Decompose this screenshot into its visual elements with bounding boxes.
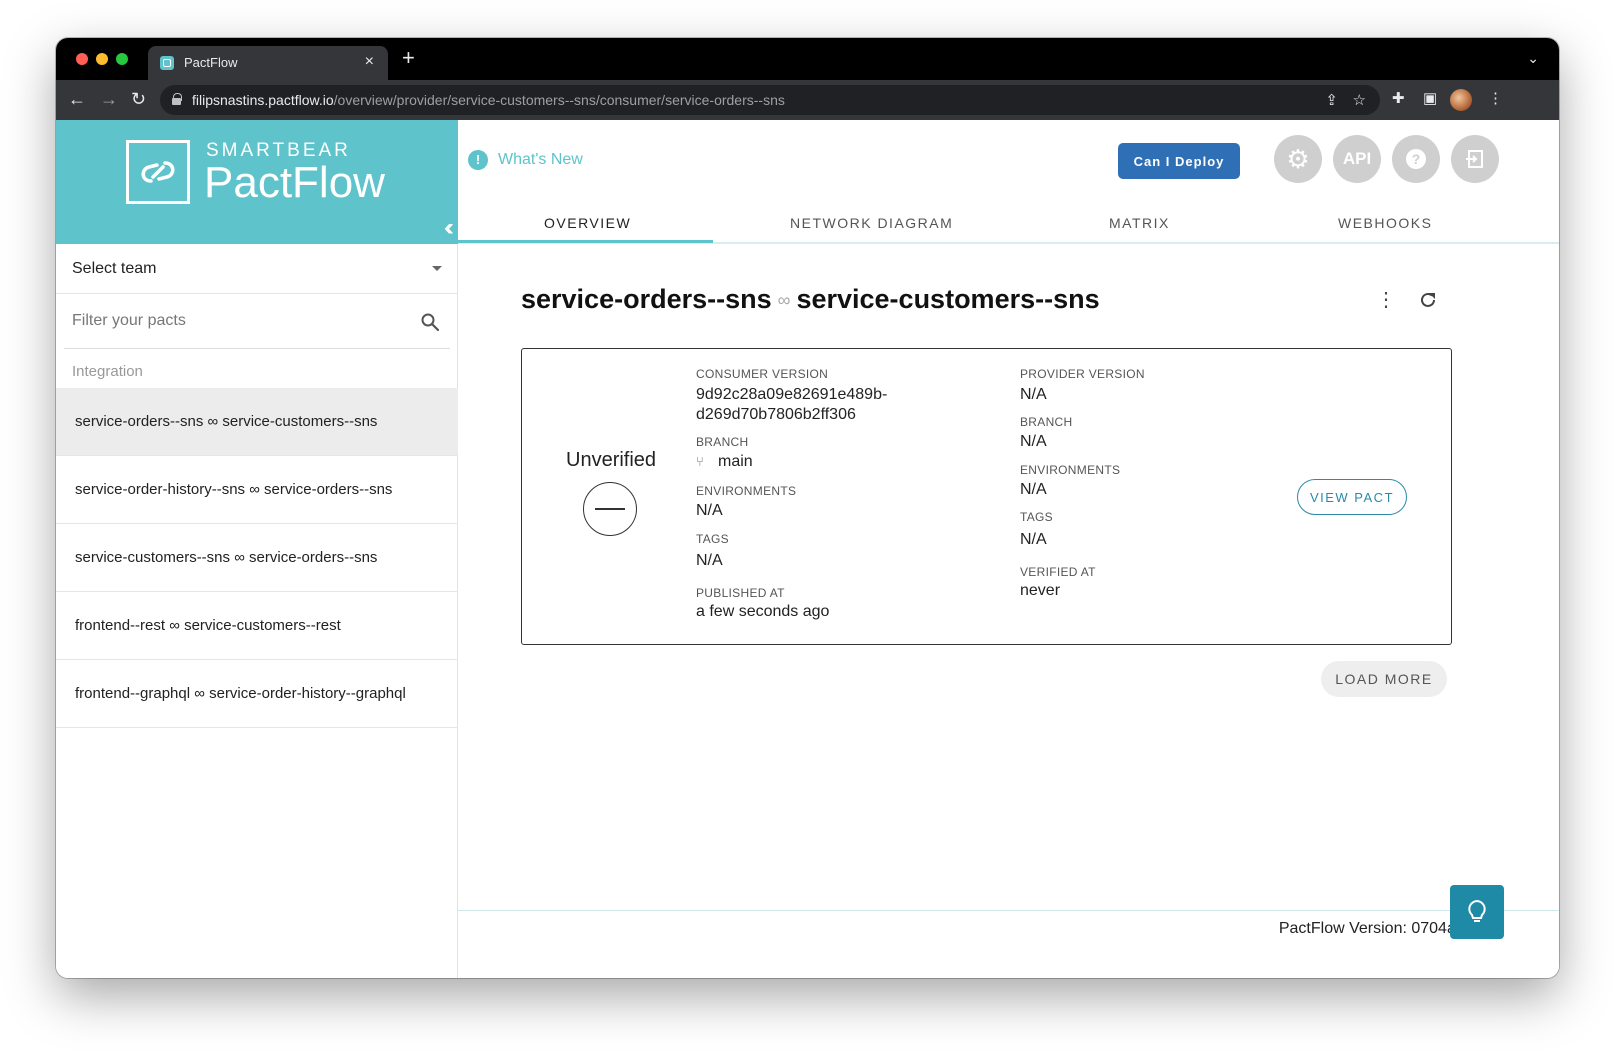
consumer-tags-label: TAGS: [696, 532, 729, 546]
pact-list: service-orders--sns ∞ service-customers-…: [56, 388, 458, 728]
browser-tab[interactable]: PactFlow ×: [148, 46, 388, 80]
pact-list-item[interactable]: frontend--graphql ∞ service-order-histor…: [56, 660, 458, 728]
verified-at-label: VERIFIED AT: [1020, 565, 1096, 579]
view-pact-button[interactable]: VIEW PACT: [1297, 479, 1407, 515]
infinity-link-icon: ∞: [777, 290, 791, 311]
consumer-tags-value: N/A: [696, 552, 723, 569]
verified-at-value: never: [1020, 582, 1061, 599]
lock-icon[interactable]: [172, 93, 182, 105]
more-options-icon[interactable]: ⋮: [1376, 290, 1396, 310]
page-title: service-orders--sns ∞ service-customers--s…: [521, 284, 1100, 315]
lightbulb-help-button[interactable]: [1450, 885, 1504, 939]
footer-divider: [458, 910, 1559, 911]
chevron-double-left-icon[interactable]: ‹‹: [444, 216, 454, 240]
load-more-button[interactable]: LOAD MORE: [1321, 661, 1447, 697]
share-icon[interactable]: ⇪: [1325, 91, 1338, 109]
provider-version-label: PROVIDER VERSION: [1020, 367, 1145, 381]
filter-field: [64, 294, 450, 349]
browser-menu-icon[interactable]: ⋮: [1488, 89, 1503, 107]
close-tab-icon[interactable]: ×: [365, 53, 374, 71]
reload-icon[interactable]: ↻: [131, 89, 146, 109]
pact-list-item[interactable]: service-customers--sns ∞ service-orders-…: [56, 524, 458, 592]
provider-tags-label: TAGS: [1020, 510, 1053, 524]
back-arrow-icon[interactable]: ←: [68, 89, 86, 109]
brand-product: PactFlow: [204, 158, 385, 207]
logout-icon[interactable]: [1451, 135, 1499, 183]
git-branch-icon: ⑂: [696, 454, 704, 469]
api-button[interactable]: API: [1333, 135, 1381, 183]
consumer-version-value-line1: 9d92c28a09e82691e489b-: [696, 386, 888, 403]
lightbulb-icon: [1468, 899, 1486, 922]
unverified-status-icon: [583, 482, 637, 536]
filter-pacts-input[interactable]: [72, 308, 402, 334]
maximize-window-button[interactable]: [116, 53, 128, 65]
browser-tab-bar: PactFlow × + ⌄: [56, 38, 1559, 80]
provider-environments-value: N/A: [1020, 481, 1047, 498]
provider-name: service-customers--sns: [796, 284, 1100, 314]
consumer-branch: ⑂ main: [696, 452, 753, 472]
side-panel-icon[interactable]: ▣: [1423, 89, 1437, 107]
sidebar: SMARTBEAR PactFlow ‹‹ Select team Integr…: [56, 120, 458, 978]
address-bar[interactable]: filipsnastins.pactflow.io/overview/provi…: [160, 85, 1380, 115]
settings-gear-icon[interactable]: ⚙: [1274, 135, 1322, 183]
consumer-environments-label: ENVIRONMENTS: [696, 484, 797, 498]
tab-matrix[interactable]: MATRIX: [1109, 215, 1170, 231]
extensions-puzzle-icon[interactable]: ✚: [1392, 89, 1405, 107]
consumer-name: service-orders--sns: [521, 284, 772, 314]
provider-tags-value: N/A: [1020, 531, 1047, 548]
published-at-value: a few seconds ago: [696, 603, 830, 620]
minimize-window-button[interactable]: [96, 53, 108, 65]
pact-list-item[interactable]: frontend--rest ∞ service-customers--rest: [56, 592, 458, 660]
whats-new-link[interactable]: What's New: [498, 151, 583, 169]
dropdown-caret-icon: [432, 266, 442, 271]
browser-tab-title: PactFlow: [184, 55, 238, 70]
brand-header: SMARTBEAR PactFlow ‹‹: [56, 120, 458, 244]
pact-list-item[interactable]: service-order-history--sns ∞ service-ord…: [56, 456, 458, 524]
url-text[interactable]: filipsnastins.pactflow.io/overview/provi…: [192, 92, 785, 108]
published-at-label: PUBLISHED AT: [696, 586, 785, 600]
help-icon[interactable]: ?: [1392, 135, 1440, 183]
forward-arrow-icon[interactable]: →: [100, 89, 118, 109]
consumer-version-value-line2: d269d70b7806b2ff306: [696, 406, 856, 423]
team-select[interactable]: Select team: [56, 244, 458, 294]
profile-avatar[interactable]: [1450, 89, 1472, 111]
provider-branch-label: BRANCH: [1020, 415, 1073, 429]
svg-text:?: ?: [1412, 151, 1421, 167]
provider-version-value: N/A: [1020, 386, 1047, 403]
consumer-version-label: CONSUMER VERSION: [696, 367, 829, 381]
can-i-deploy-button[interactable]: Can I Deploy: [1118, 143, 1240, 179]
pactflow-logo-icon[interactable]: [126, 140, 190, 204]
browser-toolbar: ← → ↻ filipsnastins.pactflow.io/overview…: [56, 80, 1559, 120]
search-icon[interactable]: [420, 312, 440, 332]
consumer-branch-value: main: [718, 453, 753, 470]
consumer-branch-label: BRANCH: [696, 435, 749, 449]
url-path: /overview/provider/service-customers--sn…: [333, 92, 785, 108]
tab-search-chevron-icon[interactable]: ⌄: [1527, 50, 1539, 67]
team-select-label: Select team: [72, 260, 157, 277]
active-tab-indicator: [458, 240, 713, 243]
tab-network-diagram[interactable]: NETWORK DIAGRAM: [790, 215, 953, 231]
top-bar: ! What's New Can I Deploy ⚙ API ?: [458, 120, 1559, 202]
integration-section-label: Integration: [72, 363, 143, 380]
refresh-icon[interactable]: [1418, 290, 1438, 310]
provider-environments-label: ENVIRONMENTS: [1020, 463, 1121, 477]
new-tab-button[interactable]: +: [402, 46, 415, 70]
main-content: ! What's New Can I Deploy ⚙ API ? OVERVI…: [458, 120, 1559, 978]
tab-webhooks[interactable]: WEBHOOKS: [1338, 215, 1432, 231]
provider-branch-value: N/A: [1020, 433, 1047, 450]
pactflow-app: SMARTBEAR PactFlow ‹‹ Select team Integr…: [56, 120, 1559, 978]
verification-status: Unverified: [566, 449, 657, 471]
consumer-environments-value: N/A: [696, 502, 723, 519]
close-window-button[interactable]: [76, 53, 88, 65]
pactflow-favicon-icon: [160, 56, 174, 70]
tab-overview[interactable]: OVERVIEW: [544, 215, 631, 231]
pact-list-item[interactable]: service-orders--sns ∞ service-customers-…: [56, 388, 458, 456]
url-host: filipsnastins.pactflow.io: [192, 92, 334, 108]
bookmark-star-icon[interactable]: ☆: [1353, 91, 1366, 109]
pact-version-card: Unverified CONSUMER VERSION 9d92c28a09e8…: [521, 348, 1452, 645]
browser-window: PactFlow × + ⌄ ← → ↻ filipsnastins.pactf…: [56, 38, 1559, 978]
whats-new-badge-icon[interactable]: !: [468, 150, 488, 170]
view-tabs: OVERVIEW NETWORK DIAGRAM MATRIX WEBHOOKS: [458, 202, 1559, 244]
